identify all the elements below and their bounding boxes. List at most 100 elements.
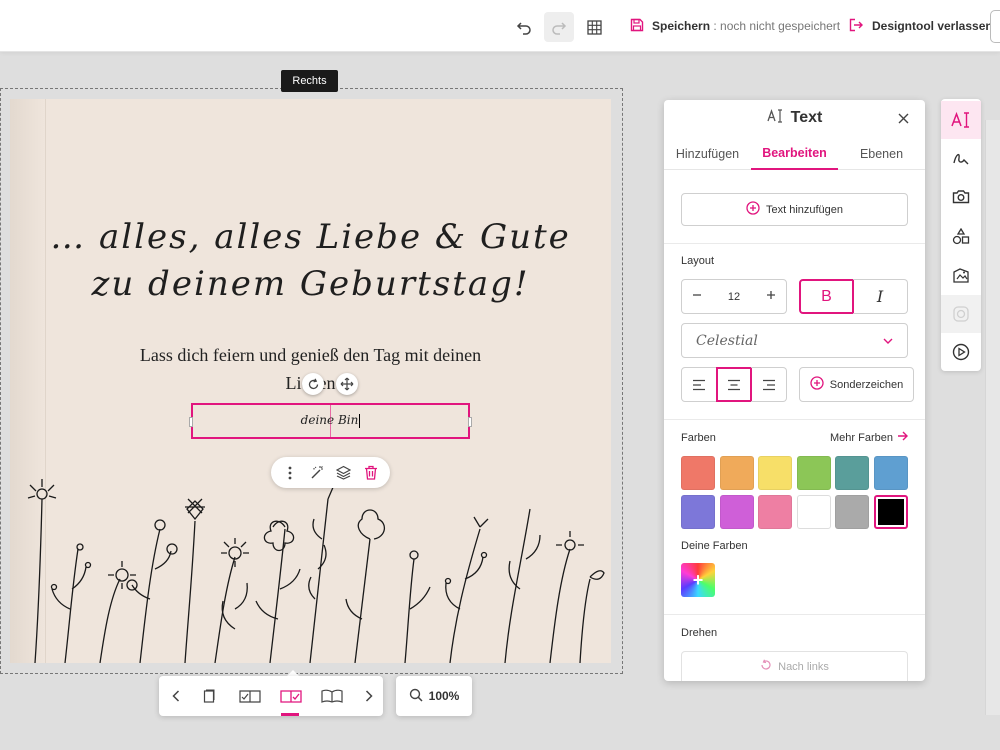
color-swatch[interactable] bbox=[835, 495, 869, 529]
undo-icon[interactable] bbox=[509, 12, 539, 42]
video-icon[interactable] bbox=[941, 333, 981, 371]
text-caret bbox=[359, 413, 361, 428]
more-colors-link[interactable]: Mehr Farben bbox=[830, 431, 908, 444]
save-icon bbox=[630, 18, 644, 35]
color-swatch[interactable] bbox=[835, 456, 869, 490]
divider bbox=[664, 419, 925, 420]
rotate-left-button[interactable]: Nach links bbox=[681, 651, 908, 681]
tab-bearbeiten[interactable]: Bearbeiten bbox=[751, 138, 838, 170]
chevron-down-icon bbox=[883, 332, 893, 350]
font-size-stepper[interactable]: 12 bbox=[681, 279, 787, 314]
zoom-control[interactable]: 100% bbox=[396, 676, 472, 716]
special-characters-button[interactable]: Sonderzeichen bbox=[799, 367, 914, 402]
plus-circle-icon bbox=[746, 201, 760, 218]
selected-text-content[interactable]: deine Bin bbox=[301, 413, 359, 427]
tab-hinzufuegen[interactable]: Hinzufügen bbox=[664, 138, 751, 170]
text-tool-icon bbox=[767, 108, 783, 128]
next-page-icon[interactable] bbox=[356, 684, 382, 708]
panel-title: Text bbox=[790, 109, 823, 126]
special-characters-label: Sonderzeichen bbox=[829, 378, 904, 391]
layout-label: Layout bbox=[681, 255, 715, 267]
color-swatch[interactable] bbox=[758, 495, 792, 529]
zoom-icon bbox=[409, 688, 423, 705]
shapes-icon[interactable] bbox=[941, 217, 981, 255]
color-swatch[interactable] bbox=[719, 456, 754, 490]
selected-text-box[interactable]: deine Bin bbox=[189, 403, 472, 439]
move-handle-icon[interactable] bbox=[336, 373, 358, 395]
font-size-value[interactable]: 12 bbox=[728, 291, 740, 303]
camera-icon[interactable] bbox=[941, 177, 981, 215]
inside-right-page-icon[interactable] bbox=[278, 684, 304, 708]
color-swatch[interactable] bbox=[681, 456, 715, 490]
align-center-icon[interactable] bbox=[716, 367, 752, 402]
text-tool-icon[interactable] bbox=[941, 101, 981, 139]
photo-frame-icon bbox=[941, 295, 981, 333]
back-page-icon[interactable] bbox=[319, 684, 345, 708]
color-swatch[interactable] bbox=[758, 456, 792, 490]
prev-page-icon[interactable] bbox=[163, 684, 189, 708]
italic-toggle[interactable]: I bbox=[853, 279, 908, 314]
align-right-icon[interactable] bbox=[751, 367, 787, 402]
leave-designtool-button[interactable]: Designtool verlassen bbox=[849, 14, 993, 38]
more-options-icon[interactable] bbox=[278, 461, 302, 485]
color-swatch[interactable] bbox=[873, 456, 908, 490]
right-edge-panel bbox=[985, 120, 1000, 715]
add-custom-color-button[interactable]: + bbox=[681, 563, 715, 597]
rotate-left-icon bbox=[760, 659, 772, 674]
inside-left-page-icon[interactable] bbox=[237, 684, 263, 708]
page-navigation bbox=[159, 676, 383, 716]
stickers-icon[interactable] bbox=[941, 256, 981, 294]
color-swatch[interactable] bbox=[796, 495, 831, 529]
layers-icon[interactable] bbox=[332, 461, 356, 485]
plus-circle-icon bbox=[810, 376, 824, 393]
grid-icon[interactable] bbox=[579, 12, 609, 42]
arrow-right-icon bbox=[897, 431, 908, 444]
delete-icon[interactable] bbox=[359, 461, 383, 485]
resize-handle-right[interactable] bbox=[468, 417, 472, 427]
handwriting-icon[interactable] bbox=[941, 139, 981, 177]
rotate-label: Drehen bbox=[681, 627, 718, 639]
colors-label: Farben bbox=[681, 432, 716, 444]
flower-illustration bbox=[27, 479, 605, 663]
save-label: Speichern bbox=[652, 19, 711, 33]
font-family-select[interactable]: Celestial bbox=[681, 323, 908, 358]
tool-rail bbox=[941, 99, 981, 371]
rotate-handle-icon[interactable] bbox=[302, 373, 324, 395]
plus-icon[interactable] bbox=[766, 290, 776, 303]
font-family-value: Celestial bbox=[696, 332, 758, 349]
rotate-left-label: Nach links bbox=[778, 660, 829, 673]
more-colors-label: Mehr Farben bbox=[830, 431, 893, 444]
active-page-indicator bbox=[281, 713, 299, 716]
color-swatch[interactable] bbox=[796, 456, 831, 490]
body-text-line-1[interactable]: Lass dich feiern und genieß den Tag mit … bbox=[10, 345, 611, 366]
front-page-icon[interactable] bbox=[196, 684, 222, 708]
save-status: : noch nicht gespeichert bbox=[713, 19, 841, 33]
add-text-button[interactable]: Text hinzufügen bbox=[681, 193, 908, 226]
element-context-toolbar bbox=[271, 457, 390, 488]
color-swatch[interactable] bbox=[681, 495, 715, 529]
cart-button-partial[interactable] bbox=[990, 10, 1000, 43]
exit-icon bbox=[849, 18, 864, 35]
color-swatch[interactable] bbox=[719, 495, 754, 529]
minus-icon[interactable] bbox=[692, 290, 702, 303]
redo-icon[interactable] bbox=[544, 12, 574, 42]
headline-line-1[interactable]: … alles, alles Liebe & Gute bbox=[10, 217, 611, 257]
divider bbox=[664, 243, 925, 244]
align-left-icon[interactable] bbox=[681, 367, 717, 402]
color-swatch[interactable] bbox=[873, 495, 908, 529]
top-bar: Speichern : noch nicht gespeichert Desig… bbox=[0, 0, 1000, 52]
bold-toggle[interactable]: B bbox=[799, 279, 854, 314]
text-edit-panel: Text Hinzufügen Bearbeiten Ebenen Text h… bbox=[664, 100, 925, 681]
add-text-label: Text hinzufügen bbox=[765, 203, 844, 216]
save-button[interactable]: Speichern : noch nicht gespeichert bbox=[630, 14, 840, 38]
panel-header: Text bbox=[664, 100, 925, 136]
leave-label: Designtool verlassen bbox=[872, 19, 993, 33]
tab-ebenen[interactable]: Ebenen bbox=[838, 138, 925, 170]
headline-line-2[interactable]: zu deinem Geburtstag! bbox=[10, 264, 611, 304]
close-icon[interactable] bbox=[895, 110, 911, 126]
own-colors-label: Deine Farben bbox=[681, 540, 748, 552]
divider bbox=[664, 614, 925, 615]
panel-tabs: Hinzufügen Bearbeiten Ebenen bbox=[664, 138, 925, 170]
magic-wand-icon[interactable] bbox=[305, 461, 329, 485]
page-label: Rechts bbox=[281, 70, 338, 92]
